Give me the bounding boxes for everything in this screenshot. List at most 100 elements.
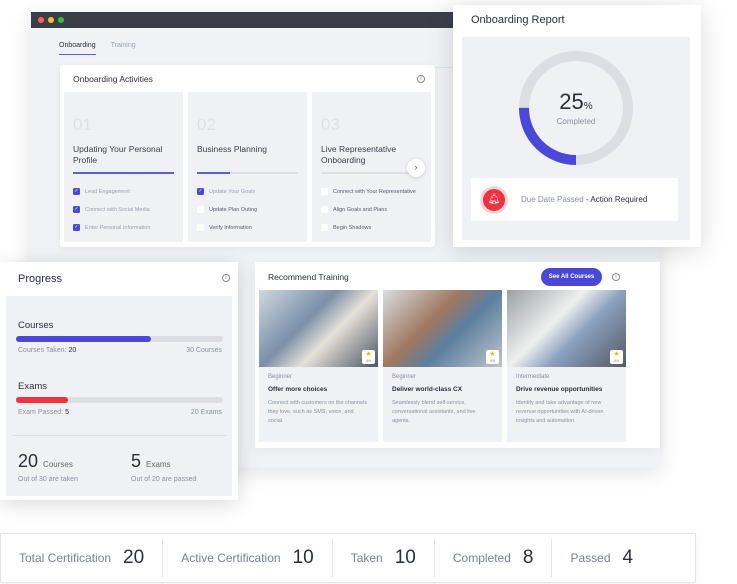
next-arrow-button[interactable]: › bbox=[407, 159, 425, 177]
checkbox[interactable]: ✓ bbox=[73, 224, 80, 231]
courses-label: Courses bbox=[18, 320, 54, 331]
divider bbox=[12, 435, 226, 436]
step-number: 01 bbox=[73, 115, 92, 134]
card-title: Onboarding Report bbox=[471, 14, 565, 26]
step-progress-bar bbox=[73, 172, 174, 174]
onboarding-report-card: Onboarding Report 25% Completed 🔔︎ Due D… bbox=[453, 5, 701, 247]
checklist-label: Enter Personal Information bbox=[85, 224, 151, 231]
checkbox[interactable]: ✓ bbox=[197, 188, 204, 195]
course-level: Beginner bbox=[268, 374, 293, 380]
alert-text: Due Date Passed bbox=[521, 195, 584, 204]
stat-value: 10 bbox=[394, 547, 416, 568]
summary-exams: 5 Exams bbox=[131, 451, 170, 472]
stat-label: Completed bbox=[452, 551, 511, 565]
course-card[interactable]: ★ 5/5 Beginner Offer more choices Connect… bbox=[259, 290, 378, 442]
checkbox[interactable] bbox=[321, 224, 328, 231]
tabs: Onboarding Training bbox=[59, 42, 136, 55]
courses-progress-bar bbox=[16, 336, 223, 342]
summary-courses-number: 20 bbox=[18, 451, 39, 471]
course-image: ★ 5/5 bbox=[383, 290, 502, 367]
rating-value: 5/5 bbox=[366, 359, 371, 363]
alert-action: - Action Required bbox=[585, 195, 648, 204]
checklist-item[interactable]: Align Goals and Plans bbox=[321, 205, 422, 214]
summary-courses-unit: Courses bbox=[43, 460, 73, 469]
minimize-dot[interactable] bbox=[48, 17, 54, 23]
checklist-label: Connect with Your Representative bbox=[333, 188, 416, 195]
see-all-courses-button[interactable]: See All Courses bbox=[541, 268, 602, 286]
star-icon: ★ bbox=[613, 351, 620, 358]
activity-step[interactable]: 01 Updating Your Personal Profile ✓ Lead … bbox=[64, 92, 183, 242]
courses-taken: Courses Taken: 20 bbox=[18, 347, 76, 354]
exams-progress-bar bbox=[16, 397, 223, 403]
maximize-dot[interactable] bbox=[58, 17, 64, 23]
course-level: Intermediate bbox=[516, 374, 550, 380]
step-title: Updating Your Personal Profile bbox=[73, 144, 163, 165]
info-icon[interactable]: i bbox=[417, 75, 425, 83]
recommend-training-card: Recommend Training See All Courses i ★ 5/… bbox=[255, 262, 660, 448]
stat-item: Completed 8 bbox=[435, 539, 553, 577]
checkbox[interactable] bbox=[197, 206, 204, 213]
checklist-label: Align Goals and Plans bbox=[333, 206, 388, 213]
due-date-alert[interactable]: 🔔︎ Due Date Passed - Action Required bbox=[471, 178, 678, 221]
tab-onboarding[interactable]: Onboarding bbox=[59, 42, 96, 55]
certification-stats-bar: Total Certification 20 Active Certificatio… bbox=[0, 533, 696, 583]
checkbox[interactable] bbox=[321, 206, 328, 213]
course-title: Drive revenue opportunities bbox=[516, 386, 603, 393]
close-dot[interactable] bbox=[38, 17, 44, 23]
checklist-item[interactable]: Connect with Your Representative bbox=[321, 187, 422, 196]
exams-label: Exams bbox=[18, 381, 48, 392]
checklist-item[interactable]: ✓ Update Your Goals bbox=[197, 187, 298, 196]
info-icon[interactable]: i bbox=[612, 273, 620, 281]
courses-taken-value: 20 bbox=[68, 347, 77, 354]
card-title: Onboarding Activities bbox=[73, 74, 153, 84]
course-image: ★ 5/5 bbox=[507, 290, 626, 367]
rating-badge: ★ 5/5 bbox=[362, 350, 375, 364]
star-icon: ★ bbox=[489, 351, 496, 358]
summary-exams-number: 5 bbox=[131, 451, 142, 471]
tab-training[interactable]: Training bbox=[111, 42, 136, 55]
checkbox[interactable]: ✓ bbox=[73, 206, 80, 213]
course-card[interactable]: ★ 5/5 Intermediate Drive revenue opportun… bbox=[507, 290, 626, 442]
courses-total: 30 Courses bbox=[186, 347, 222, 354]
stat-label: Total Certification bbox=[19, 551, 112, 565]
onboarding-activities-card: Onboarding Activities i 01 Updating Your… bbox=[60, 65, 435, 247]
completed-label: Completed bbox=[556, 117, 596, 126]
checklist-item[interactable]: Update Plan Outing bbox=[197, 205, 298, 214]
stat-label: Passed bbox=[570, 551, 611, 565]
checkbox[interactable] bbox=[321, 188, 328, 195]
course-title: Deliver world-class CX bbox=[392, 386, 463, 393]
checklist-item[interactable]: Begin Shadows bbox=[321, 223, 422, 232]
step-number: 02 bbox=[197, 115, 216, 134]
summary-exams-sub: Out of 20 are passed bbox=[131, 476, 197, 483]
course-description: Identify and take advantage of new reven… bbox=[516, 400, 604, 424]
stat-label: Active Certification bbox=[181, 551, 281, 565]
stat-value: 20 bbox=[123, 547, 145, 568]
course-card[interactable]: ★ 5/5 Beginner Deliver world-class CX Sea… bbox=[383, 290, 502, 442]
checklist-item[interactable]: Verify Information bbox=[197, 223, 298, 232]
progress-card: Progress i Courses Courses Taken: 20 30 … bbox=[0, 262, 238, 500]
percent-sign: % bbox=[583, 101, 593, 112]
step-title: Business Planning bbox=[197, 144, 267, 154]
stat-item: Active Certification 10 bbox=[163, 539, 333, 577]
step-progress-bar bbox=[321, 172, 422, 174]
stat-item: Passed 4 bbox=[552, 539, 651, 577]
course-image: ★ 5/5 bbox=[259, 290, 378, 367]
summary-exams-unit: Exams bbox=[146, 460, 171, 469]
checkbox[interactable] bbox=[197, 224, 204, 231]
exams-total: 20 Exams bbox=[190, 409, 222, 416]
info-icon[interactable]: i bbox=[222, 274, 230, 282]
checkbox[interactable]: ✓ bbox=[73, 188, 80, 195]
courses-taken-label: Courses Taken: bbox=[18, 347, 67, 354]
checklist-label: Update Plan Outing bbox=[209, 206, 258, 213]
exams-passed: Exam Passed: 5 bbox=[18, 409, 69, 416]
checklist-label: Connect with Social Media bbox=[85, 206, 150, 213]
stat-value: 10 bbox=[292, 547, 314, 568]
stat-item: Taken 10 bbox=[333, 539, 435, 577]
activity-step[interactable]: 02 Business Planning ✓ Update Your Goals U… bbox=[188, 92, 307, 242]
course-description: Seamlessly blend self-service, conversat… bbox=[392, 400, 476, 424]
exams-passed-value: 5 bbox=[65, 409, 69, 416]
checklist-item[interactable]: ✓ Lead Engagement bbox=[73, 187, 174, 196]
course-title: Offer more choices bbox=[268, 386, 328, 393]
checklist-item[interactable]: ✓ Enter Personal Information bbox=[73, 223, 174, 232]
checklist-item[interactable]: ✓ Connect with Social Media bbox=[73, 205, 174, 214]
